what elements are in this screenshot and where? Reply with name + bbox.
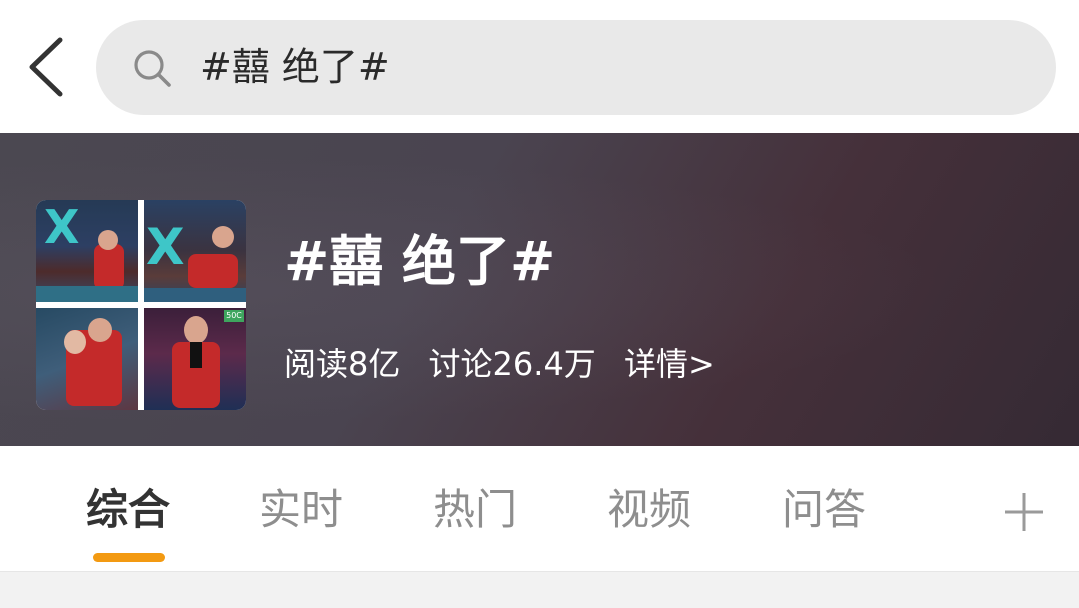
plus-icon [1005,493,1043,531]
tab-comprehensive[interactable]: 综合 [86,484,170,536]
thumbnail-tile: X [144,200,246,302]
search-input[interactable]: #囍 绝了# [96,20,1056,115]
topic-title: #囍 绝了# [284,230,556,293]
tab-bar: 综合 实时 热门 视频 问答 [0,446,1079,571]
tab-qa[interactable]: 问答 [782,484,866,536]
topic-banner: X X 50C #囍 绝了# 阅读8亿 讨论26.4万 详情> [0,133,1079,446]
content-area-top [0,571,1079,608]
tab-realtime[interactable]: 实时 [259,484,343,536]
add-tab-button[interactable] [1002,490,1046,534]
search-icon [134,50,171,87]
search-query-text: #囍 绝了# [200,45,390,89]
details-link[interactable]: 详情> [624,345,715,383]
chevron-left-icon [29,37,63,97]
thumbnail-tile [36,308,138,410]
topic-thumbnail[interactable]: X X 50C [36,200,246,410]
read-count: 阅读8亿 [284,345,401,383]
tab-hot[interactable]: 热门 [433,484,517,536]
top-bar: #囍 绝了# [0,0,1079,133]
back-button[interactable] [24,36,68,98]
thumbnail-tile: X [36,200,138,302]
tab-video[interactable]: 视频 [607,484,691,536]
topic-stats: 阅读8亿 讨论26.4万 详情> [284,343,715,385]
thumbnail-tile: 50C [144,308,246,410]
active-tab-indicator [93,553,165,562]
discussion-count: 讨论26.4万 [428,345,596,383]
